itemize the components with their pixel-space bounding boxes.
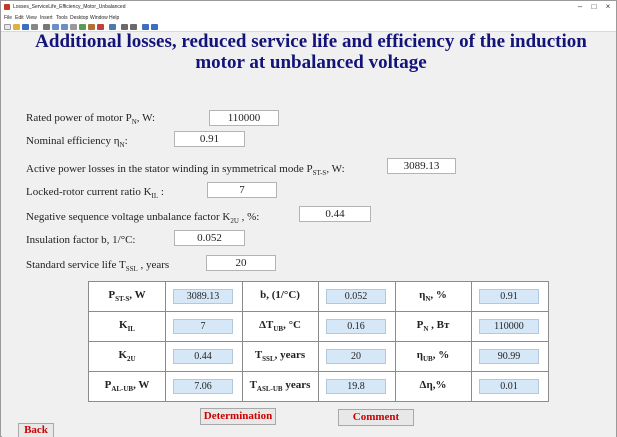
minimize-button[interactable]: – (573, 2, 587, 12)
colorbar-icon[interactable] (121, 24, 128, 30)
rotate-icon[interactable] (79, 24, 86, 30)
value-eta-ub: 90.99 (479, 349, 539, 364)
label-kil: KIL (119, 319, 135, 334)
label-tasl-ub: TASL-UB years (249, 379, 311, 394)
neg-seq-input[interactable]: 0.44 (299, 206, 371, 222)
menu-help[interactable]: Help (109, 15, 119, 21)
rated-power-input[interactable]: 110000 (209, 110, 279, 126)
locked-rotor-label: Locked-rotor current ratio KIL : (26, 186, 164, 201)
back-button[interactable]: Back (18, 423, 54, 437)
insulation-label: Insulation factor b, 1/°C: (26, 234, 136, 246)
label-eta-ub: ηUB, % (416, 349, 450, 364)
close-button[interactable]: × (601, 2, 615, 12)
label-tssl: TSSL, years (254, 349, 306, 364)
label-delta-t-ub: ΔTUB, °C (259, 319, 301, 334)
determination-button[interactable]: Determination (200, 408, 276, 425)
new-figure-icon[interactable] (4, 24, 11, 30)
value-tasl-ub: 19.8 (326, 379, 386, 394)
zoom-in-icon[interactable] (52, 24, 59, 30)
brush-icon[interactable] (97, 24, 104, 30)
efficiency-input[interactable]: 0.91 (174, 131, 245, 147)
label-k2u: K2U (118, 349, 136, 364)
insulation-input[interactable]: 0.052 (174, 230, 245, 246)
app-window: Losses_ServiceLife_Efficiency_Motor_Unba… (0, 0, 617, 437)
open-file-icon[interactable] (13, 24, 20, 30)
menu-tools[interactable]: Tools (56, 15, 68, 21)
value-pst-s: 3089.13 (173, 289, 233, 304)
comment-button[interactable]: Comment (338, 409, 414, 426)
efficiency-label: Nominal efficiency ηN: (26, 135, 128, 150)
data-cursor-icon[interactable] (88, 24, 95, 30)
menu-file[interactable]: File (4, 15, 12, 21)
label-eta-n: ηN, % (419, 289, 447, 304)
label-b-factor: b, (1/°C) (260, 289, 300, 301)
menu-window[interactable]: Window (90, 15, 108, 21)
arrow-cursor-icon[interactable] (43, 24, 50, 30)
table-divider (471, 282, 472, 401)
value-pal-ub: 7.06 (173, 379, 233, 394)
value-pn: 110000 (479, 319, 539, 334)
table-divider (318, 282, 319, 401)
locked-rotor-input[interactable]: 7 (207, 182, 277, 198)
rated-power-label: Rated power of motor PN, W: (26, 112, 156, 127)
maximize-button[interactable]: □ (587, 2, 601, 12)
value-kil: 7 (173, 319, 233, 334)
value-delta-eta: 0.01 (479, 379, 539, 394)
matlab-app-icon (4, 4, 10, 10)
value-eta-n: 0.91 (479, 289, 539, 304)
results-table: PST-S, W 3089.13 b, (1/°C) 0.052 ηN, % 0… (88, 281, 549, 402)
table-divider (165, 282, 166, 401)
hide-tools-icon[interactable] (142, 24, 149, 30)
label-pal-ub: PAL-UB, W (104, 379, 150, 394)
label-delta-eta: Δη,% (419, 379, 447, 391)
service-life-input[interactable]: 20 (206, 255, 276, 271)
value-tssl: 20 (326, 349, 386, 364)
print-icon[interactable] (31, 24, 38, 30)
neg-seq-label: Negative sequence voltage unbalance fact… (26, 211, 260, 226)
menu-view[interactable]: View (26, 15, 37, 21)
pan-icon[interactable] (70, 24, 77, 30)
value-k2u: 0.44 (173, 349, 233, 364)
zoom-out-icon[interactable] (61, 24, 68, 30)
active-losses-label: Active power losses in the stator windin… (26, 163, 345, 178)
save-icon[interactable] (22, 24, 29, 30)
dock-icon[interactable] (151, 24, 158, 30)
link-icon[interactable] (109, 24, 116, 30)
menu-bar: File Edit View Insert Tools Desktop Wind… (1, 13, 616, 22)
service-life-label: Standard service life TSSL , years (26, 259, 170, 274)
value-b-factor: 0.052 (326, 289, 386, 304)
menu-desktop[interactable]: Desktop (70, 15, 88, 21)
menu-insert[interactable]: Insert (40, 15, 53, 21)
legend-icon[interactable] (130, 24, 137, 30)
label-pst-s: PST-S, W (108, 289, 146, 304)
active-losses-input[interactable]: 3089.13 (387, 158, 456, 174)
title-bar: Losses_ServiceLife_Efficiency_Motor_Unba… (1, 1, 616, 13)
window-title: Losses_ServiceLife_Efficiency_Motor_Unba… (13, 4, 126, 10)
label-pn: PN , Вт (416, 319, 450, 334)
title-line-1: Additional losses, reduced service life … (35, 31, 587, 52)
page-title: Additional losses, reduced service life … (21, 31, 601, 73)
value-delta-t-ub: 0.16 (326, 319, 386, 334)
title-line-2: motor at unbalanced voltage (195, 52, 427, 73)
menu-edit[interactable]: Edit (15, 15, 24, 21)
